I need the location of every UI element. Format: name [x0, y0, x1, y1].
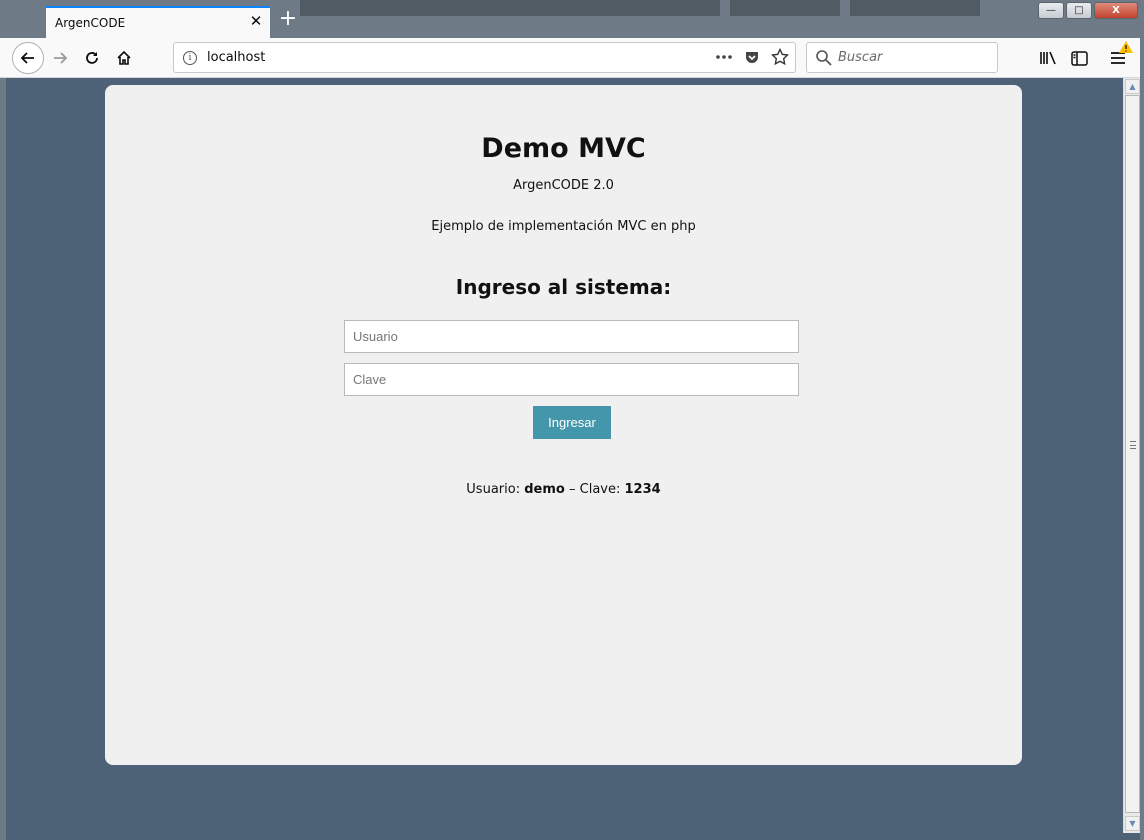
page-subtitle: ArgenCODE 2.0 [513, 178, 614, 193]
window-frame-right [1140, 38, 1144, 840]
url-text[interactable]: localhost [207, 50, 265, 65]
vertical-scrollbar[interactable]: ▲ ▼ [1123, 78, 1140, 833]
scroll-up-icon[interactable]: ▲ [1125, 79, 1140, 94]
info-icon[interactable]: i [183, 51, 197, 65]
login-button[interactable]: Ingresar [533, 406, 611, 439]
close-window-button[interactable]: X [1094, 2, 1138, 19]
tab-title: ArgenCODE [55, 16, 126, 30]
url-bar[interactable]: i localhost [173, 42, 796, 73]
hint-separator: – [568, 482, 576, 497]
back-arrow-icon [20, 52, 34, 64]
background-window-blur [300, 0, 720, 16]
hint-pass-value: 1234 [624, 482, 661, 497]
sidebar-icon [1070, 50, 1088, 66]
hint-user-value: demo [524, 482, 565, 497]
tab-argencode[interactable]: ArgenCODE ✕ [46, 6, 270, 38]
more-dots-icon[interactable] [713, 46, 735, 68]
reload-icon [86, 52, 98, 64]
library-icon [1040, 51, 1056, 65]
home-icon [117, 50, 131, 65]
minimize-button[interactable]: — [1038, 2, 1064, 19]
background-window-blur [850, 0, 980, 16]
login-card: Demo MVC ArgenCODE 2.0 Ejemplo de implem… [105, 85, 1022, 765]
pocket-icon[interactable] [741, 46, 763, 68]
back-button[interactable] [12, 42, 44, 74]
password-field[interactable] [344, 363, 799, 396]
close-tab-icon[interactable]: ✕ [248, 12, 264, 30]
home-button[interactable] [110, 44, 138, 72]
search-icon [816, 50, 832, 66]
search-input[interactable]: Buscar [838, 50, 882, 65]
new-tab-button[interactable]: + [277, 8, 299, 30]
navigation-toolbar: i localhost Buscar [0, 38, 1144, 78]
reload-button[interactable] [78, 44, 106, 72]
bookmark-star-icon[interactable] [769, 46, 791, 68]
credentials-hint: Usuario: demo – Clave: 1234 [105, 482, 1022, 497]
scrollbar-thumb[interactable] [1125, 95, 1140, 813]
sidebar-button[interactable] [1065, 44, 1093, 72]
page-description: Ejemplo de implementación MVC en php [431, 219, 696, 234]
window-controls: — □ X [1038, 2, 1138, 19]
background-window-blur [730, 0, 840, 16]
page-title: Demo MVC [481, 133, 646, 164]
maximize-button[interactable]: □ [1066, 2, 1092, 19]
window-frame-left [0, 78, 6, 840]
hint-user-label: Usuario: [466, 482, 521, 497]
scrollbar-grip-icon [1130, 441, 1136, 449]
title-bar: ArgenCODE ✕ + — □ X [0, 0, 1144, 38]
search-bar[interactable]: Buscar [806, 42, 998, 73]
url-actions [713, 46, 791, 68]
forward-arrow-icon [54, 52, 68, 64]
hint-pass-label: Clave: [579, 482, 621, 497]
scroll-down-icon[interactable]: ▼ [1125, 816, 1140, 831]
warning-icon [1119, 41, 1133, 53]
username-field[interactable] [344, 320, 799, 353]
forward-button[interactable] [46, 44, 74, 72]
library-button[interactable] [1034, 44, 1062, 72]
login-heading: Ingreso al sistema: [455, 275, 672, 299]
